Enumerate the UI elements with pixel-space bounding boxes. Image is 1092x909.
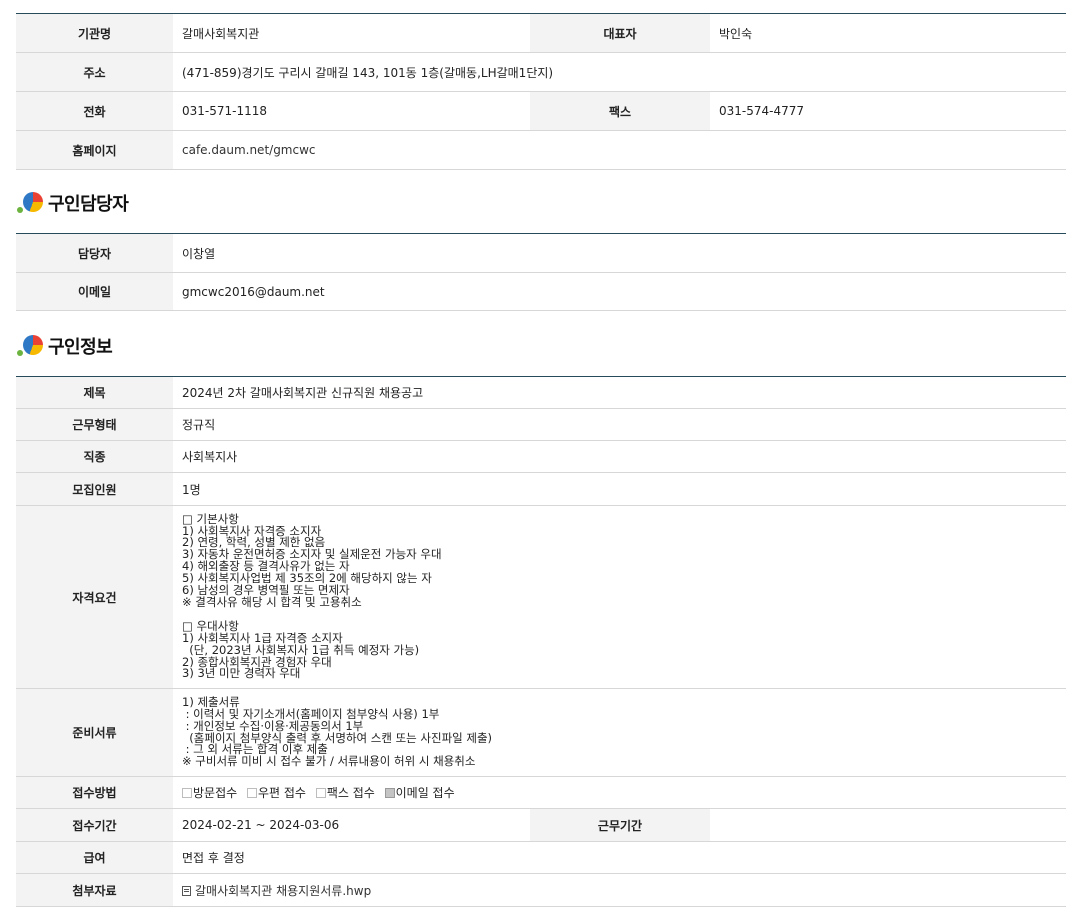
salary-value: 면접 후 결정 [173, 841, 1066, 874]
category-value: 사회복지사 [173, 440, 1066, 473]
attachment-label: 첨부자료 [16, 873, 173, 907]
subject-label: 제목 [16, 376, 173, 409]
org-info-section: 기관명 갈매사회복지관 대표자 박인숙 주소 (471-859)경기도 구리시 … [16, 13, 1066, 170]
phone-label: 전화 [16, 91, 173, 131]
table-row: 담당자 이창열 [16, 233, 1066, 273]
table-row: 자격요건 □ 기본사항 1) 사회복지사 자격증 소지자 2) 연령, 학력, … [16, 505, 1066, 689]
table-row: 첨부자료 갈매사회복지관 채용지원서류.hwp [16, 873, 1066, 907]
job-table: 제목 2024년 2차 갈매사회복지관 신규직원 채용공고 근무형태 정규직 직… [16, 376, 1066, 907]
table-row: 모집인원 1명 [16, 472, 1066, 506]
method-option-email: 이메일 접수 [384, 786, 455, 800]
method-option-mail: 우편 접수 [247, 786, 306, 800]
checkbox-checked-icon [384, 788, 395, 798]
method-option-label: 팩스 접수 [326, 786, 375, 800]
checkbox-icon [182, 788, 192, 798]
attachment-cell: 갈매사회복지관 채용지원서류.hwp [173, 873, 1066, 907]
email-value[interactable]: gmcwc2016@daum.net [173, 272, 1066, 311]
method-option-visit: 방문접수 [182, 786, 237, 800]
method-options: 방문접수 우편 접수 팩스 접수 이메일 접수 [173, 776, 1066, 809]
table-row: 근무형태 정규직 [16, 408, 1066, 441]
table-row: 준비서류 1) 제출서류 : 이력서 및 자기소개서(홈페이지 첨부양식 사용)… [16, 688, 1066, 777]
checkbox-icon [247, 788, 257, 798]
manager-value: 이창열 [173, 233, 1066, 273]
documents-value: 1) 제출서류 : 이력서 및 자기소개서(홈페이지 첨부양식 사용) 1부 :… [173, 688, 1066, 777]
worktype-label: 근무형태 [16, 408, 173, 441]
representative-value: 박인숙 [710, 13, 1066, 53]
job-section-header: 구인정보 [16, 331, 113, 361]
method-option-label: 이메일 접수 [395, 786, 455, 800]
homepage-label: 홈페이지 [16, 130, 173, 170]
table-row: 홈페이지 cafe.daum.net/gmcwc [16, 130, 1066, 170]
table-row: 급여 면접 후 결정 [16, 841, 1066, 874]
org-name-label: 기관명 [16, 13, 173, 53]
qualification-value: □ 기본사항 1) 사회복지사 자격증 소지자 2) 연령, 학력, 성별 제한… [173, 505, 1066, 689]
table-row: 이메일 gmcwc2016@daum.net [16, 272, 1066, 311]
fax-value: 031-574-4777 [710, 91, 1066, 131]
address-label: 주소 [16, 52, 173, 92]
org-info-table: 기관명 갈매사회복지관 대표자 박인숙 주소 (471-859)경기도 구리시 … [16, 13, 1066, 170]
contact-section: 담당자 이창열 이메일 gmcwc2016@daum.net [16, 233, 1066, 311]
org-name-value: 갈매사회복지관 [173, 13, 530, 53]
salary-label: 급여 [16, 841, 173, 874]
subject-value: 2024년 2차 갈매사회복지관 신규직원 채용공고 [173, 376, 1066, 409]
qualification-label: 자격요건 [16, 505, 173, 689]
headcount-value: 1명 [173, 472, 1066, 506]
category-label: 직종 [16, 440, 173, 473]
period-value: 2024-02-21 ~ 2024-03-06 [173, 808, 530, 842]
manager-label: 담당자 [16, 233, 173, 273]
table-row: 전화 031-571-1118 팩스 031-574-4777 [16, 91, 1066, 131]
fax-label: 팩스 [530, 91, 710, 131]
address-value: (471-859)경기도 구리시 갈매길 143, 101동 1층(갈매동,LH… [173, 52, 1066, 92]
attachment-link[interactable]: 갈매사회복지관 채용지원서류.hwp [195, 884, 371, 898]
table-row: 기관명 갈매사회복지관 대표자 박인숙 [16, 13, 1066, 53]
homepage-cell: cafe.daum.net/gmcwc [173, 130, 1066, 170]
method-option-fax: 팩스 접수 [315, 786, 375, 800]
contact-table: 담당자 이창열 이메일 gmcwc2016@daum.net [16, 233, 1066, 311]
homepage-link[interactable]: cafe.daum.net/gmcwc [182, 143, 316, 157]
table-row: 접수방법 방문접수 우편 접수 팩스 접수 이메일 접수 [16, 776, 1066, 809]
table-row: 제목 2024년 2차 갈매사회복지관 신규직원 채용공고 [16, 376, 1066, 409]
representative-label: 대표자 [530, 13, 710, 53]
headcount-label: 모집인원 [16, 472, 173, 506]
work-period-value [710, 808, 1066, 842]
period-label: 접수기간 [16, 808, 173, 842]
method-option-label: 우편 접수 [258, 786, 306, 800]
contact-section-title: 구인담당자 [48, 194, 129, 215]
phone-value: 031-571-1118 [173, 91, 530, 131]
contact-section-header: 구인담당자 [16, 188, 129, 218]
email-label: 이메일 [16, 272, 173, 311]
documents-label: 준비서류 [16, 688, 173, 777]
section-logo-icon [16, 189, 44, 217]
work-period-label: 근무기간 [530, 808, 710, 842]
job-section: 제목 2024년 2차 갈매사회복지관 신규직원 채용공고 근무형태 정규직 직… [16, 376, 1066, 907]
job-section-title: 구인정보 [48, 337, 113, 358]
worktype-value: 정규직 [173, 408, 1066, 441]
table-row: 주소 (471-859)경기도 구리시 갈매길 143, 101동 1층(갈매동… [16, 52, 1066, 92]
section-logo-icon [16, 332, 44, 360]
method-option-label: 방문접수 [193, 786, 238, 800]
file-icon [182, 885, 191, 896]
table-row: 직종 사회복지사 [16, 440, 1066, 473]
method-label: 접수방법 [16, 776, 173, 809]
checkbox-icon [315, 788, 326, 798]
table-row: 접수기간 2024-02-21 ~ 2024-03-06 근무기간 [16, 808, 1066, 842]
